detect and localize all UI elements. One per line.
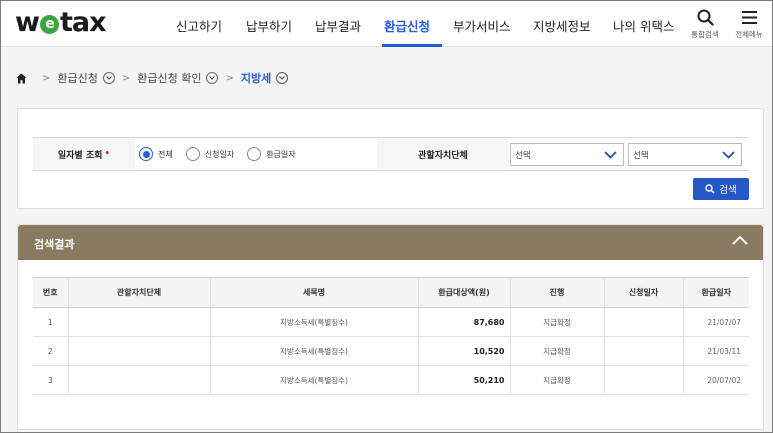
cell-region: [67, 307, 210, 337]
date-radio-group: 전체 신청일자 환급일자: [139, 147, 309, 161]
search-icon: [697, 9, 714, 26]
search-icon: [705, 184, 715, 194]
search-button[interactable]: 검색: [693, 178, 749, 200]
integrated-search-button[interactable]: 통합검색: [685, 9, 725, 40]
col-header-no: 번호: [33, 277, 68, 308]
date-filter-label: 일자별 조회 •: [33, 138, 135, 170]
required-mark: •: [104, 149, 111, 159]
radio-refund-date[interactable]: 환급일자: [247, 147, 296, 161]
cell-status: 지급확정: [509, 365, 604, 395]
logo-tax: tax: [59, 7, 107, 38]
cell-status: 지급확정: [509, 336, 604, 366]
cell-region: [67, 336, 210, 366]
breadcrumb-label: 환급신청: [57, 72, 98, 85]
cell-refund-date: 20/07/02: [682, 365, 749, 395]
breadcrumb-item-refund[interactable]: 환급신청: [57, 70, 115, 86]
cell-no: 2: [33, 336, 68, 366]
cell-apply-date: [603, 336, 683, 366]
date-filter-label-text: 일자별 조회: [57, 150, 103, 161]
breadcrumb-label: 환급신청 확인: [137, 72, 202, 85]
cell-no: 1: [33, 307, 68, 337]
all-menu-button[interactable]: 전체메뉴: [729, 9, 769, 40]
nav-item-extra-service[interactable]: 부가서비스: [453, 16, 511, 35]
breadcrumb-item-refund-confirm[interactable]: 환급신청 확인: [137, 70, 219, 86]
nav-item-refund[interactable]: 환급신청: [384, 16, 430, 35]
search-filter-panel: 일자별 조회 • 전체 신청일자 환급일자 관할자치단체 선택 선택 검색: [17, 108, 764, 209]
table-row[interactable]: 1 지방소득세(특별징수) 87,680 지급확정 21/07/07: [33, 307, 749, 337]
nav-item-report[interactable]: 신고하기: [176, 16, 222, 35]
col-header-refund-amount: 환급대상액(원): [417, 277, 510, 308]
nav-item-local-tax-info[interactable]: 지방세정보: [533, 16, 591, 35]
radio-apply-date[interactable]: 신청일자: [185, 147, 235, 161]
radio-button-selected[interactable]: [139, 147, 153, 161]
chevron-down-icon[interactable]: [102, 72, 115, 84]
cell-refund-amount: 50,210: [417, 365, 510, 395]
col-header-refund-date: 환급일자: [682, 277, 749, 308]
home-icon[interactable]: [16, 73, 27, 84]
chevron-down-icon: [604, 151, 617, 159]
hamburger-menu-icon: [741, 11, 757, 24]
cell-region: [67, 365, 210, 395]
breadcrumb-separator-icon: >: [42, 72, 51, 84]
region-filter-label: 관할자치단체: [377, 138, 509, 170]
filter-row: 일자별 조회 • 전체 신청일자 환급일자 관할자치단체 선택 선택: [33, 137, 749, 171]
region-select-1[interactable]: 선택: [510, 143, 624, 166]
results-panel: 검색결과 번호 관할자치단체 세목명 환급대상액(원) 진행 신청일자 환급일자…: [17, 224, 764, 430]
chevron-down-icon: [722, 151, 735, 159]
radio-button[interactable]: [247, 147, 262, 161]
breadcrumb-separator-icon: >: [225, 72, 234, 84]
table-header-row: 번호 관할자치단체 세목명 환급대상액(원) 진행 신청일자 환급일자: [33, 277, 749, 308]
radio-label: 전체: [158, 149, 173, 159]
cell-refund-amount: 10,520: [417, 336, 510, 366]
all-menu-label: 전체메뉴: [735, 30, 763, 39]
chevron-down-icon[interactable]: [206, 72, 219, 84]
radio-label: 신청일자: [204, 149, 235, 159]
results-header: 검색결과: [18, 225, 763, 260]
nav-active-indicator: [382, 44, 442, 47]
chevron-up-icon[interactable]: [732, 235, 748, 245]
cell-refund-date: 21/03/11: [682, 336, 749, 366]
region-select-2[interactable]: 선택: [628, 143, 742, 166]
cell-apply-date: [603, 365, 683, 395]
logo-e-circle: e: [39, 15, 59, 34]
results-title: 검색결과: [34, 238, 75, 251]
cell-status: 지급확정: [509, 307, 604, 337]
table-row[interactable]: 2 지방소득세(특별징수) 10,520 지급확정 21/03/11: [33, 336, 749, 366]
cell-tax-item: 지방소득세(특별징수): [209, 365, 418, 395]
search-button-label: 검색: [719, 185, 737, 196]
wetax-logo[interactable]: w e tax: [15, 7, 106, 38]
breadcrumb: > 환급신청 > 환급신청 확인 > 지방세: [16, 69, 289, 87]
cell-tax-item: 지방소득세(특별징수): [209, 307, 418, 337]
top-header: w e tax 신고하기 납부하기 납부결과 환급신청 부가서비스 지방세정보 나의…: [1, 1, 772, 47]
col-header-apply-date: 신청일자: [603, 277, 683, 308]
cell-no: 3: [33, 365, 68, 395]
chevron-down-icon[interactable]: [276, 72, 289, 84]
logo-w: w: [15, 7, 40, 38]
select-value: 선택: [515, 151, 531, 161]
radio-all[interactable]: 전체: [139, 147, 173, 161]
col-header-tax-item: 세목명: [209, 277, 418, 308]
radio-label: 환급일자: [266, 149, 296, 159]
cell-tax-item: 지방소득세(특별징수): [209, 336, 418, 366]
breadcrumb-item-local-tax[interactable]: 지방세: [240, 70, 289, 86]
results-table: 번호 관할자치단체 세목명 환급대상액(원) 진행 신청일자 환급일자 1 지방…: [33, 277, 749, 395]
integrated-search-label: 통합검색: [691, 30, 719, 39]
nav-item-my-wetax[interactable]: 나의 위택스: [613, 16, 674, 35]
select-value: 선택: [633, 151, 649, 161]
nav-item-pay-result[interactable]: 납부결과: [315, 16, 361, 35]
nav-item-pay[interactable]: 납부하기: [246, 16, 292, 35]
cell-refund-date: 21/07/07: [682, 307, 749, 337]
cell-apply-date: [603, 307, 683, 337]
col-header-status: 진행: [509, 277, 604, 308]
table-row[interactable]: 3 지방소득세(특별징수) 50,210 지급확정 20/07/02: [33, 365, 749, 395]
col-header-region: 관할자치단체: [67, 277, 210, 308]
breadcrumb-label: 지방세: [240, 72, 272, 85]
radio-button[interactable]: [185, 147, 200, 161]
cell-refund-amount: 87,680: [417, 307, 510, 337]
breadcrumb-separator-icon: >: [121, 72, 131, 84]
